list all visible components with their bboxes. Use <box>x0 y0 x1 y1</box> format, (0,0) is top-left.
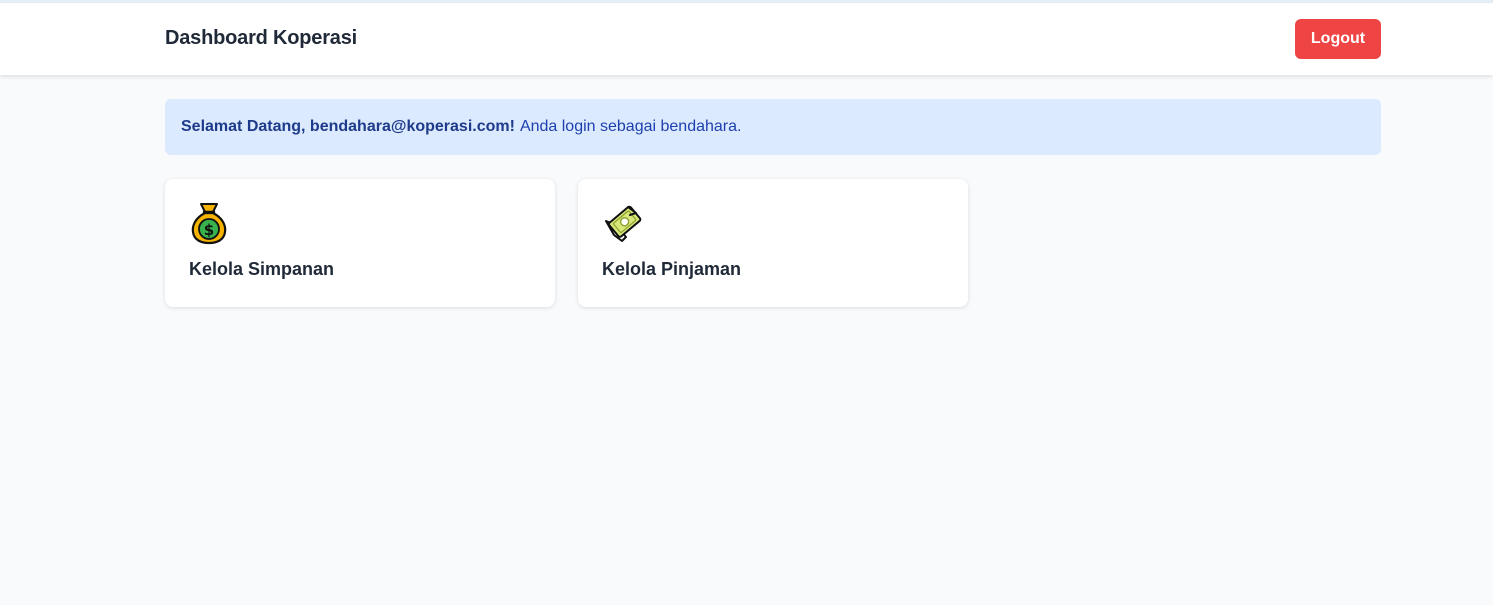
money-bag-icon: $ <box>191 203 227 245</box>
card-label: Kelola Pinjaman <box>602 259 742 279</box>
card-kelola-simpanan[interactable]: $ Kelola Simpanan <box>165 179 555 307</box>
page-title: Dashboard Koperasi <box>165 27 358 49</box>
welcome-message: Anda login sebagai bendahara. <box>519 118 742 135</box>
navbar: Dashboard Koperasi Logout <box>0 3 1493 75</box>
money-transfer-icon <box>605 205 642 242</box>
welcome-greeting: Selamat Datang, bendahara@koperasi.com! <box>181 118 515 135</box>
logout-button[interactable]: Logout <box>1295 19 1381 59</box>
card-label: Kelola Simpanan <box>189 259 335 279</box>
card-kelola-pinjaman[interactable]: Kelola Pinjaman <box>578 179 968 307</box>
svg-text:$: $ <box>204 221 214 239</box>
welcome-alert: Selamat Datang, bendahara@koperasi.com! … <box>165 99 1381 155</box>
